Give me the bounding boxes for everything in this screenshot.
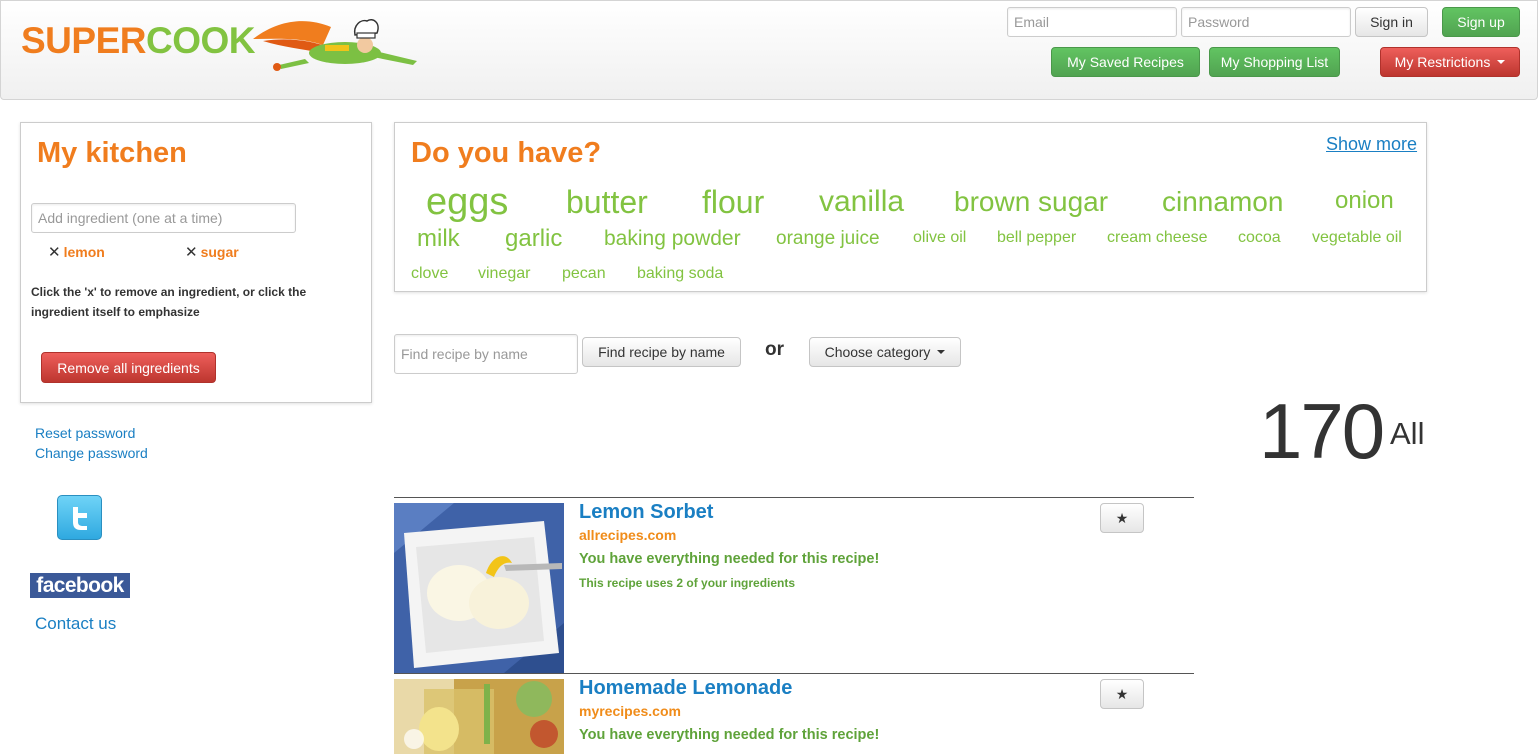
twitter-icon[interactable] [57,495,102,540]
logo-super-text: SUPER [21,20,146,61]
recipe-title-link[interactable]: Homemade Lemonade [579,677,792,700]
saved-recipes-button[interactable]: My Saved Recipes [1051,47,1200,77]
star-icon: ★ [1115,685,1129,702]
reset-password-link[interactable]: Reset password [35,425,135,441]
suggested-ingredient[interactable]: onion [1335,187,1394,215]
ingredient-chip[interactable]: ✕ lemon [48,243,105,261]
my-kitchen-panel: My kitchen Add ingredient (one at a time… [20,122,372,403]
results-divider [394,673,1194,674]
facebook-logo[interactable]: facebook [30,573,130,598]
restrictions-dropdown-button[interactable]: My Restrictions [1380,47,1520,77]
suggested-ingredient[interactable]: brown sugar [954,186,1108,218]
suggested-ingredient[interactable]: cocoa [1238,229,1281,247]
suggested-ingredient[interactable]: olive oil [913,229,966,247]
suggested-ingredient[interactable]: garlic [505,225,562,253]
recipe-count: 170 [1259,387,1385,475]
remove-ingredient-icon[interactable]: ✕ [48,243,61,261]
suggested-ingredient[interactable]: baking powder [604,227,741,251]
suggested-ingredient[interactable]: flour [702,184,764,221]
suggested-ingredient[interactable]: cinnamon [1162,186,1283,218]
suggested-ingredient[interactable]: baking soda [637,265,723,283]
recipe-source-link[interactable]: myrecipes.com [579,703,681,719]
suggested-ingredient[interactable]: butter [566,184,648,221]
find-recipe-by-name-button[interactable]: Find recipe by name [582,337,741,367]
do-you-have-panel: Do you have? Show more eggs butter flour… [394,122,1427,292]
ingredient-chip[interactable]: ✕ sugar [185,243,239,261]
ingredient-label[interactable]: lemon [64,244,105,260]
recipe-title-link[interactable]: Lemon Sorbet [579,501,713,524]
save-recipe-button[interactable]: ★ [1100,679,1144,709]
show-more-link[interactable]: Show more [1326,134,1417,155]
recipe-count-filter-label: All [1390,416,1425,451]
restrictions-label: My Restrictions [1394,54,1491,70]
recipe-result[interactable]: Lemon Sorbet allrecipes.com You have eve… [394,501,1194,673]
suggested-ingredient[interactable]: orange juice [776,228,880,250]
suggested-ingredient[interactable]: vanilla [819,185,904,219]
recipe-thumbnail[interactable] [394,503,564,673]
email-field[interactable]: Email [1007,7,1177,37]
logo-cook-text: COOK [145,20,256,61]
remove-ingredient-icon[interactable]: ✕ [185,243,198,261]
recipe-have-all-text: You have everything needed for this reci… [579,727,880,743]
suggested-ingredient[interactable]: eggs [426,181,508,224]
superhero-chef-mascot-icon [249,5,421,80]
choose-category-label: Choose category [824,344,931,360]
change-password-link[interactable]: Change password [35,445,148,461]
recipe-name-search-input[interactable]: Find recipe by name [394,334,578,374]
remove-all-ingredients-button[interactable]: Remove all ingredients [41,352,216,383]
star-icon: ★ [1115,509,1129,526]
or-separator: or [765,339,784,360]
sign-in-button[interactable]: Sign in [1355,7,1428,37]
suggested-ingredient[interactable]: vegetable oil [1312,229,1402,247]
shopping-list-button[interactable]: My Shopping List [1209,47,1340,77]
suggested-ingredient[interactable]: cream cheese [1107,229,1208,247]
choose-category-dropdown[interactable]: Choose category [809,337,961,367]
caret-down-icon [937,350,946,354]
add-ingredient-input[interactable]: Add ingredient (one at a time) [31,203,296,233]
password-field[interactable]: Password [1181,7,1351,37]
suggested-ingredient[interactable]: milk [417,225,460,253]
sign-up-button[interactable]: Sign up [1442,7,1520,37]
recipe-thumbnail[interactable] [394,679,564,754]
recipe-have-all-text: You have everything needed for this reci… [579,551,880,567]
recipe-result[interactable]: Homemade Lemonade myrecipes.com You have… [394,677,1194,754]
suggested-ingredient[interactable]: bell pepper [997,229,1076,247]
kitchen-help-text: Click the 'x' to remove an ingredient, o… [31,285,307,319]
top-header: SUPERCOOK Email Password Sign in Sign up… [0,0,1538,100]
caret-down-icon [1497,60,1506,64]
save-recipe-button[interactable]: ★ [1100,503,1144,533]
recipe-source-link[interactable]: allrecipes.com [579,527,676,543]
suggested-ingredient[interactable]: clove [411,265,448,283]
supercook-logo[interactable]: SUPERCOOK [21,21,255,61]
do-you-have-title: Do you have? [411,137,602,169]
recipe-uses-text: This recipe uses 2 of your ingredients [579,576,796,590]
suggested-ingredient[interactable]: pecan [562,265,606,283]
suggested-ingredient[interactable]: vinegar [478,265,530,283]
my-kitchen-title: My kitchen [37,137,187,169]
ingredient-label[interactable]: sugar [201,244,239,260]
results-divider [394,497,1194,498]
contact-us-link[interactable]: Contact us [35,614,116,634]
